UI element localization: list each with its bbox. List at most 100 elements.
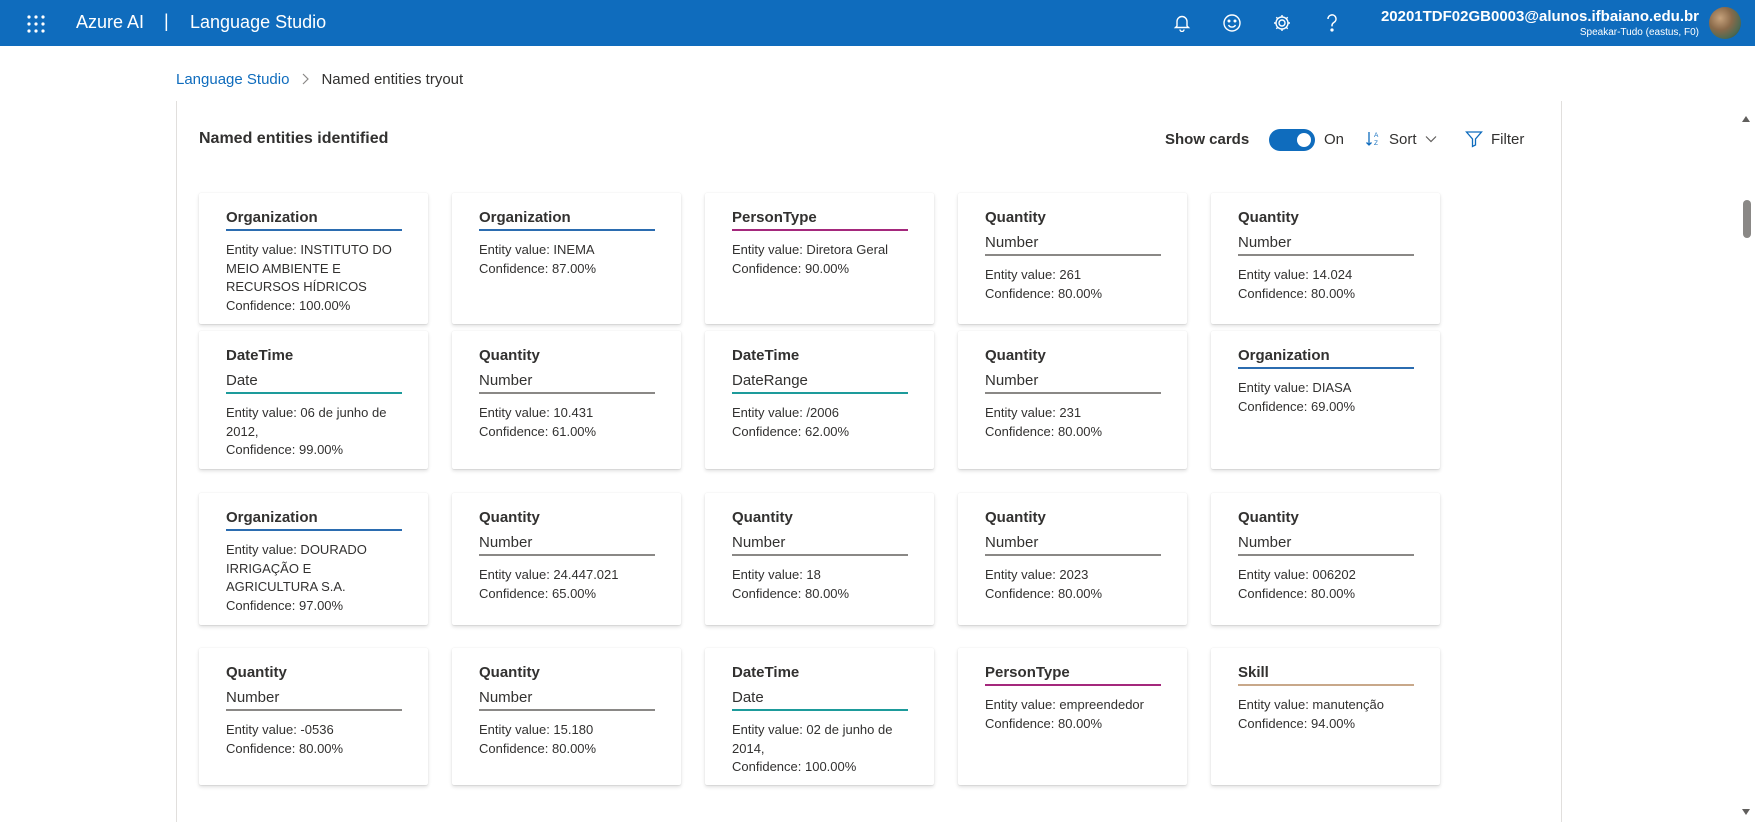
brand-name[interactable]: Azure AI <box>76 12 144 33</box>
entity-category: PersonType <box>732 208 908 231</box>
entity-category: Quantity <box>732 509 793 526</box>
entity-card[interactable]: PersonType Entity value: Diretora Geral Co… <box>705 193 934 324</box>
entity-card-content: Quantity Number Entity value: 261 Confidenc… <box>985 208 1161 303</box>
svg-text:Z: Z <box>1374 140 1378 147</box>
entity-subcategory: Number <box>1238 233 1414 256</box>
toggle-state-label: On <box>1324 131 1345 148</box>
entity-value: Entity value: 2023 <box>985 567 1089 582</box>
entity-card[interactable]: Quantity Number Entity value: 14.024 Confid… <box>1211 193 1440 324</box>
entity-confidence: Confidence: 69.00% <box>1238 398 1356 414</box>
entity-confidence: Confidence: 100.00% <box>732 759 857 774</box>
entity-details: Entity value: 231 Confidence: 80.00% <box>985 404 1161 441</box>
entity-subcategory: DateRange <box>732 371 908 394</box>
sort-button[interactable]: AZ Sort <box>1365 128 1445 150</box>
entity-card[interactable]: Quantity Number Entity value: 15.180 Confid… <box>452 648 681 785</box>
entity-details: Entity value: 261 Confidence: 80.00% <box>985 266 1161 303</box>
entity-card[interactable]: Quantity Number Entity value: 10.431 Confid… <box>452 331 681 469</box>
panel-title: Named entities identified <box>199 130 389 147</box>
entity-category: Quantity <box>479 509 540 526</box>
entity-category: Quantity <box>985 347 1046 364</box>
entity-category: PersonType <box>985 663 1161 686</box>
show-cards-toggle[interactable] <box>1269 129 1315 151</box>
notifications-icon[interactable] <box>1171 12 1193 34</box>
entity-category: Quantity <box>985 509 1046 526</box>
entity-details: Entity value: manutenção Confidence: 94.0… <box>1238 696 1414 733</box>
entity-details: Entity value: Diretora Geral Confidence: … <box>732 241 908 278</box>
feedback-smile-icon[interactable] <box>1221 12 1243 34</box>
entity-card-content: Organization Entity value: DOURADO IRRIGA… <box>226 508 402 615</box>
entity-card-content: Quantity Number Entity value: 10.431 Confid… <box>479 346 655 441</box>
entity-category: Organization <box>479 208 655 231</box>
filter-button[interactable]: Filter <box>1465 128 1524 150</box>
entity-value: Entity value: 06 de junho de 2012, <box>226 405 387 439</box>
entity-card-content: DateTime DateRange Entity value: /2006 Conf… <box>732 346 908 441</box>
entity-card[interactable]: DateTime Date Entity value: 06 de junho de… <box>199 331 428 469</box>
entity-value: Entity value: INEMA <box>479 242 595 257</box>
entity-category: Skill <box>1238 663 1414 686</box>
entity-card[interactable]: Organization Entity value: INEMA Confidenc… <box>452 193 681 324</box>
entity-card-content: Quantity Number Entity value: 15.180 Confid… <box>479 663 655 758</box>
breadcrumb-root-link[interactable]: Language Studio <box>176 71 289 88</box>
product-name[interactable]: Language Studio <box>190 12 326 33</box>
entity-category: Organization <box>226 208 402 231</box>
entity-value: Entity value: INSTITUTO DO MEIO AMBIENTE… <box>226 242 392 294</box>
entity-confidence: Confidence: 80.00% <box>226 740 344 756</box>
entity-details: Entity value: 18 Confidence: 80.00% <box>732 566 908 603</box>
entity-card[interactable]: Quantity Number Entity value: 2023 Confiden… <box>958 493 1187 625</box>
avatar[interactable] <box>1709 7 1741 39</box>
chevron-down-icon <box>1425 136 1436 143</box>
scroll-up-arrow-icon[interactable] <box>1741 110 1751 122</box>
entity-category: Organization <box>226 508 402 531</box>
svg-text:A: A <box>1374 132 1379 139</box>
entity-card-content: Quantity Number Entity value: 2023 Confiden… <box>985 508 1161 603</box>
entity-details: Entity value: INEMA Confidence: 87.00% <box>479 241 655 278</box>
entity-card[interactable]: DateTime Date Entity value: 02 de junho de… <box>705 648 934 785</box>
scrollbar-thumb[interactable] <box>1743 200 1751 238</box>
entity-confidence: Confidence: 80.00% <box>985 715 1103 731</box>
account-info[interactable]: 20201TDF02GB0003@alunos.ifbaiano.edu.br … <box>1381 8 1699 40</box>
entity-category: Quantity <box>226 664 287 681</box>
entity-details: Entity value: 02 de junho de 2014, Confid… <box>732 721 908 777</box>
entity-card[interactable]: Organization Entity value: INSTITUTO DO M… <box>199 193 428 324</box>
entity-details: Entity value: DIASA Confidence: 69.00% <box>1238 379 1414 416</box>
entity-card[interactable]: Quantity Number Entity value: 261 Confidenc… <box>958 193 1187 324</box>
entity-card[interactable]: Quantity Number Entity value: -0536 Confide… <box>199 648 428 785</box>
entity-card[interactable]: PersonType Entity value: empreendedor Conf… <box>958 648 1187 785</box>
entity-subcategory: Number <box>479 371 655 394</box>
entity-card[interactable]: Quantity Number Entity value: 24.447.021 Co… <box>452 493 681 625</box>
sort-icon: AZ <box>1366 132 1379 147</box>
entity-card[interactable]: DateTime DateRange Entity value: /2006 Conf… <box>705 331 934 469</box>
entity-confidence: Confidence: 80.00% <box>985 423 1103 439</box>
entity-details: Entity value: 2023 Confidence: 80.00% <box>985 566 1161 603</box>
scroll-down-arrow-icon[interactable] <box>1741 803 1751 815</box>
entity-confidence: Confidence: 94.00% <box>1238 715 1356 731</box>
entity-card[interactable]: Quantity Number Entity value: 231 Confidenc… <box>958 331 1187 469</box>
entity-card-content: Quantity Number Entity value: 18 Confidence… <box>732 508 908 603</box>
entity-card-content: DateTime Date Entity value: 02 de junho de… <box>732 663 908 777</box>
entity-value: Entity value: empreendedor <box>985 697 1144 712</box>
entity-card[interactable]: Quantity Number Entity value: 18 Confidence… <box>705 493 934 625</box>
entity-card[interactable]: Organization Entity value: DOURADO IRRIGA… <box>199 493 428 625</box>
breadcrumb: Language Studio Named entities tryout <box>176 71 463 88</box>
entity-value: Entity value: Diretora Geral <box>732 242 889 257</box>
entity-subcategory: Date <box>226 371 402 394</box>
entity-confidence: Confidence: 100.00% <box>226 297 351 313</box>
entity-confidence: Confidence: 80.00% <box>1238 585 1356 601</box>
entity-confidence: Confidence: 87.00% <box>479 260 597 276</box>
app-launcher-icon[interactable] <box>26 14 46 34</box>
account-resource: Speakar-Tudo (eastus, F0) <box>1579 27 1699 38</box>
breadcrumb-current: Named entities tryout <box>321 71 464 88</box>
account-email: 20201TDF02GB0003@alunos.ifbaiano.edu.br <box>1380 8 1699 25</box>
entity-confidence: Confidence: 61.00% <box>479 423 597 439</box>
help-icon[interactable] <box>1321 12 1343 34</box>
entity-details: Entity value: INSTITUTO DO MEIO AMBIENTE… <box>226 241 402 315</box>
entity-details: Entity value: 006202 Confidence: 80.00% <box>1238 566 1414 603</box>
settings-gear-icon[interactable] <box>1271 12 1293 34</box>
entity-card-content: Quantity Number Entity value: 14.024 Confid… <box>1238 208 1414 303</box>
entity-category: DateTime <box>732 347 800 364</box>
entity-details: Entity value: 10.431 Confidence: 61.00% <box>479 404 655 441</box>
entity-card[interactable]: Organization Entity value: DIASA Confidenc… <box>1211 331 1440 469</box>
entity-card[interactable]: Skill Entity value: manutenção Confidence:… <box>1211 648 1440 785</box>
entity-confidence: Confidence: 80.00% <box>732 585 850 601</box>
entity-card[interactable]: Quantity Number Entity value: 006202 Confid… <box>1211 493 1440 625</box>
